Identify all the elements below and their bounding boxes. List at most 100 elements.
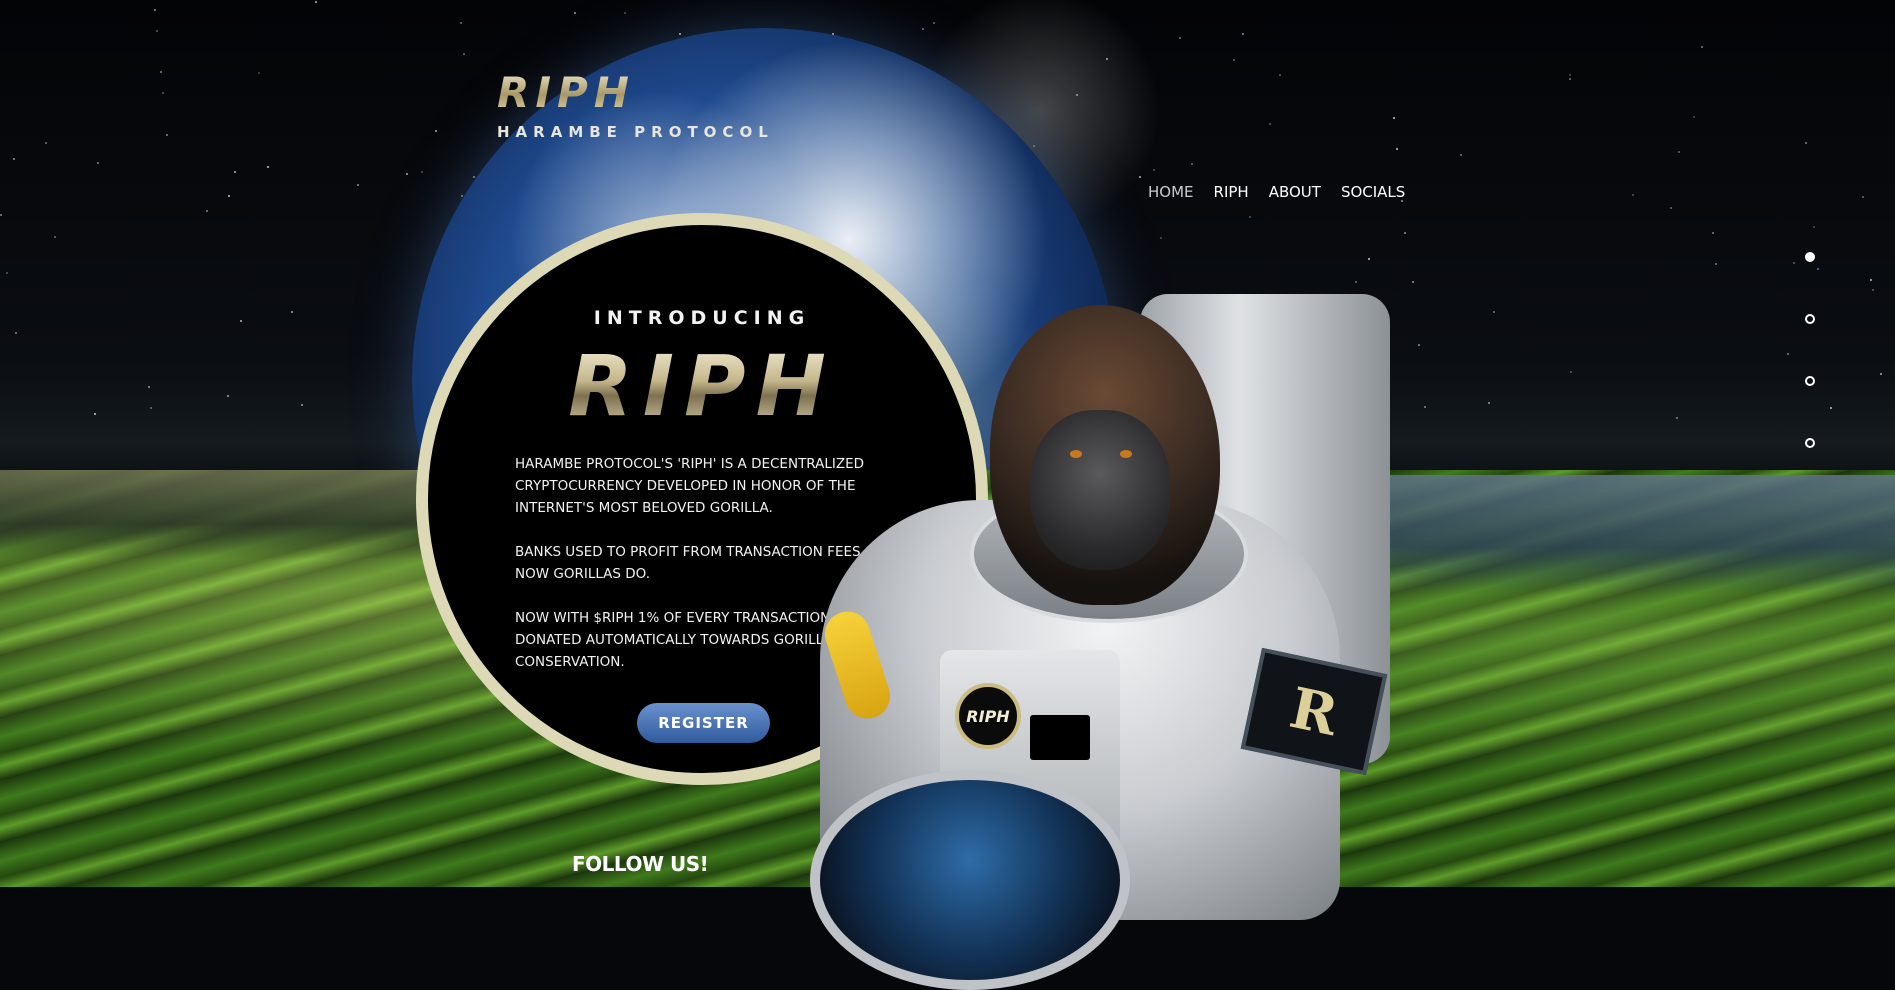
star-dot [148,386,150,388]
register-button[interactable]: REGISTER [637,703,770,743]
star-dot [166,134,168,136]
star-dot [291,311,293,313]
star-dot [97,162,99,164]
star-dot [206,210,208,212]
section-dot-3[interactable] [1805,376,1815,386]
star-dot [1033,145,1035,147]
star-dot [6,272,8,274]
star-dot [1569,74,1571,76]
star-dot [228,195,230,197]
riph-chest-badge: RIPH [955,683,1021,749]
star-dot [1493,311,1495,313]
star-dot [258,72,260,74]
gorilla-face-shape [1030,410,1170,570]
star-dot [463,53,465,55]
star-dot [1870,279,1872,281]
star-dot [1632,194,1634,196]
star-dot [1368,258,1370,260]
star-dot [1355,281,1357,283]
star-dot [1160,237,1162,239]
star-dot [460,22,462,24]
star-dot [357,184,359,186]
star-dot [1139,176,1141,178]
star-dot [1715,263,1717,265]
star-dot [45,142,47,144]
star-dot [234,171,236,173]
chest-screen-shape [1030,715,1090,760]
star-dot [1242,33,1244,35]
star-dot [0,214,2,216]
section-dot-4[interactable] [1805,438,1815,448]
nav-about[interactable]: ABOUT [1269,183,1321,201]
star-dot [1404,232,1406,234]
star-dot [922,28,924,30]
gorilla-right-eye [1120,450,1132,458]
star-dot [160,71,162,73]
star-dot [1460,154,1462,156]
astronaut-gorilla-illustration: RIPH R [780,290,1430,990]
star-dot [1412,281,1414,283]
nav-riph[interactable]: RIPH [1214,183,1249,201]
star-dot [1712,232,1714,234]
star-dot [1179,37,1181,39]
site-logo[interactable]: RIPH HARAMBE PROTOCOL [497,68,774,141]
star-dot [1570,371,1572,373]
section-dot-2[interactable] [1805,314,1815,324]
star-dot [1813,226,1815,228]
star-dot [1106,58,1108,60]
star-dot [227,395,229,397]
star-dot [94,413,96,415]
star-dot [421,171,423,173]
star-dot [301,404,303,406]
star-dot [435,130,437,132]
section-dot-1[interactable] [1805,252,1815,262]
star-dot [574,12,576,14]
star-dot [1872,289,1874,291]
star-dot [1153,169,1155,171]
star-dot [150,407,152,409]
star-dot [13,158,15,160]
star-dot [1279,74,1281,76]
water-right-image [1390,475,1895,595]
helmet-shape [810,770,1130,990]
star-dot [15,332,17,334]
star-dot [162,92,164,94]
logo-title: RIPH [497,68,774,117]
star-dot [1488,402,1490,404]
star-dot [54,236,56,238]
star-dot [1817,268,1819,270]
star-dot [1793,262,1795,264]
star-dot [1569,78,1571,80]
star-dot [267,166,269,168]
star-dot [1076,94,1078,96]
star-dot [1830,407,1832,409]
star-dot [1191,163,1193,165]
star-dot [1693,116,1695,118]
star-dot [1880,373,1882,375]
star-dot [1701,46,1703,48]
star-dot [1678,151,1680,153]
star-dot [1676,417,1678,419]
main-nav: HOME RIPH ABOUT SOCIALS [1148,183,1405,201]
star-dot [1269,123,1271,125]
star-dot [406,173,408,175]
star-dot [1396,148,1398,150]
nav-socials[interactable]: SOCIALS [1341,183,1405,201]
star-dot [624,12,626,14]
star-dot [933,22,935,24]
star-dot [1787,353,1789,355]
nav-home[interactable]: HOME [1148,183,1194,201]
gorilla-left-eye [1070,450,1082,458]
star-dot [1670,207,1672,209]
star-dot [1805,142,1807,144]
star-dot [1233,59,1235,61]
star-dot [1393,117,1395,119]
logo-subtitle: HARAMBE PROTOCOL [497,123,774,141]
star-dot [154,9,156,11]
star-dot [679,33,681,35]
star-dot [1249,216,1251,218]
follow-us-label[interactable]: FOLLOW US! [572,852,709,876]
star-dot [1862,196,1864,198]
star-dot [315,1,317,3]
star-dot [156,30,158,32]
